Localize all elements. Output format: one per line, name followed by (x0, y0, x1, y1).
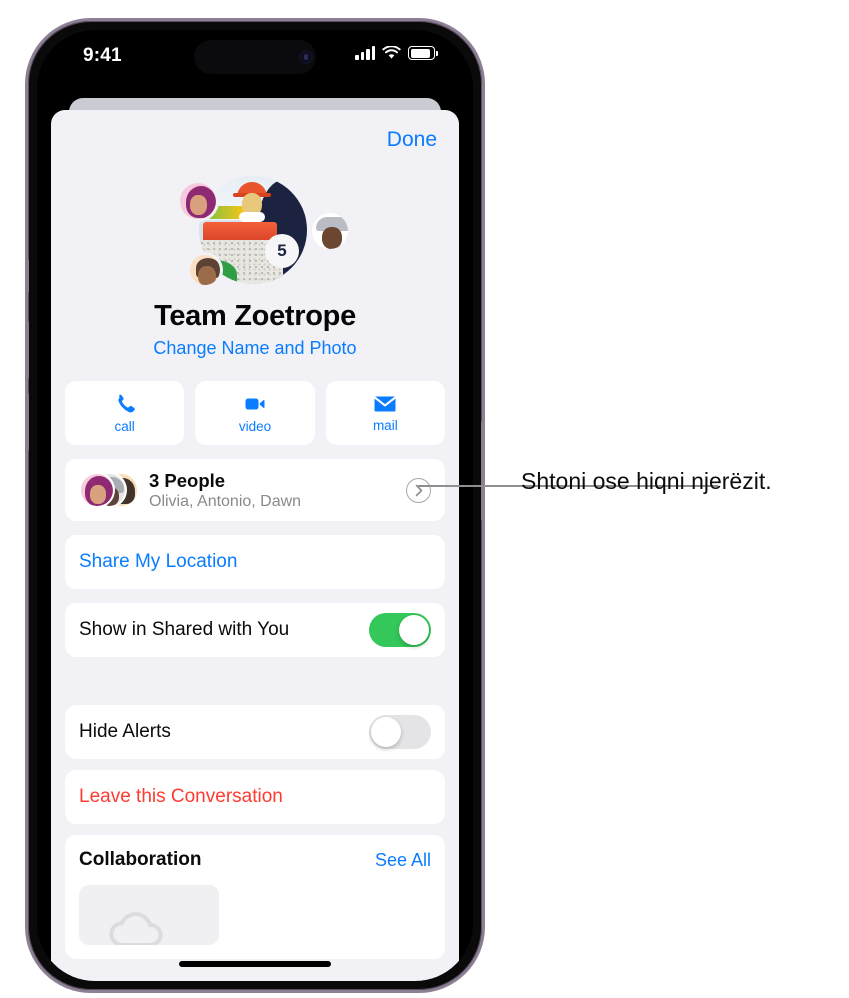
video-button-label: video (238, 419, 272, 434)
share-my-location-label: Share My Location (79, 551, 238, 572)
call-button-label: call (114, 419, 135, 434)
change-name-and-photo-link[interactable]: Change Name and Photo (51, 338, 459, 359)
share-location-card: Share My Location (65, 535, 445, 589)
share-my-location-row[interactable]: Share My Location (65, 535, 445, 589)
envelope-icon (374, 396, 397, 412)
callout-text: Shtoni ose hiqni njerëzit. (521, 468, 772, 494)
battery-icon (408, 46, 438, 60)
people-names-label: Olivia, Antonio, Dawn (149, 492, 302, 510)
people-row[interactable]: 3 People Olivia, Antonio, Dawn (65, 459, 445, 521)
collaboration-thumbnail[interactable] (79, 885, 219, 945)
done-button[interactable]: Done (387, 128, 437, 152)
collaboration-card: Collaboration See All (65, 835, 445, 959)
iphone-frame: 9:41 Done 5 Team Zoetrope Change Name an… (25, 18, 485, 993)
collaboration-title: Collaboration (79, 849, 202, 870)
people-avatar-stack (79, 470, 141, 510)
dynamic-island (194, 40, 316, 74)
hide-alerts-row: Hide Alerts (65, 705, 445, 759)
status-bar-icons (355, 46, 438, 60)
collaboration-see-all-link[interactable]: See All (375, 850, 431, 871)
volume-up-button[interactable] (28, 321, 29, 379)
collaboration-header: Collaboration See All (65, 835, 445, 885)
leave-conversation-card: Leave this Conversation (65, 770, 445, 824)
video-camera-icon (245, 398, 265, 410)
volume-down-button[interactable] (28, 393, 29, 451)
leave-conversation-label: Leave this Conversation (79, 786, 283, 807)
action-buttons-row: call video mail (65, 381, 445, 445)
mail-button-label: mail (372, 418, 398, 433)
cloud-icon (109, 912, 163, 945)
cellular-signal-icon (355, 46, 375, 60)
power-button[interactable] (481, 421, 482, 521)
face-id-camera-icon (299, 50, 313, 64)
status-bar-time: 9:41 (83, 45, 122, 66)
people-text-block: 3 People Olivia, Antonio, Dawn (149, 470, 406, 511)
hide-alerts-card: Hide Alerts (65, 705, 445, 759)
people-card: 3 People Olivia, Antonio, Dawn (65, 459, 445, 521)
status-bar: 9:41 (37, 30, 473, 88)
phone-screen: 9:41 Done 5 Team Zoetrope Change Name an… (37, 30, 473, 981)
group-details-sheet: Done 5 Team Zoetrope Change Name and Pho… (51, 110, 459, 981)
wifi-icon (382, 46, 401, 59)
mail-button[interactable]: mail (325, 381, 445, 445)
page-title: Team Zoetrope (154, 300, 356, 332)
video-button[interactable]: video (195, 381, 315, 445)
leave-conversation-row[interactable]: Leave this Conversation (65, 770, 445, 824)
people-count-label: 3 People (149, 469, 226, 491)
show-in-shared-with-you-toggle[interactable] (369, 613, 431, 647)
group-avatar-cluster[interactable]: 5 (155, 168, 355, 298)
show-in-shared-with-you-row: Show in Shared with You (65, 603, 445, 657)
people-chevron-button[interactable] (406, 477, 431, 503)
home-indicator[interactable] (179, 961, 331, 967)
people-avatar-1 (79, 472, 115, 508)
show-in-shared-with-you-label: Show in Shared with You (79, 619, 290, 640)
ringer-switch[interactable] (28, 259, 29, 293)
phone-icon (118, 394, 135, 413)
hide-alerts-label: Hide Alerts (79, 721, 171, 742)
member-avatar-1 (177, 180, 219, 222)
ball-number: 5 (265, 234, 299, 268)
sheet-header: Done (51, 110, 459, 168)
shared-with-you-card: Show in Shared with You (65, 603, 445, 657)
hide-alerts-toggle[interactable] (369, 715, 431, 749)
member-avatar-2 (309, 210, 351, 252)
member-avatar-3 (187, 252, 223, 288)
call-button[interactable]: call (65, 381, 185, 445)
